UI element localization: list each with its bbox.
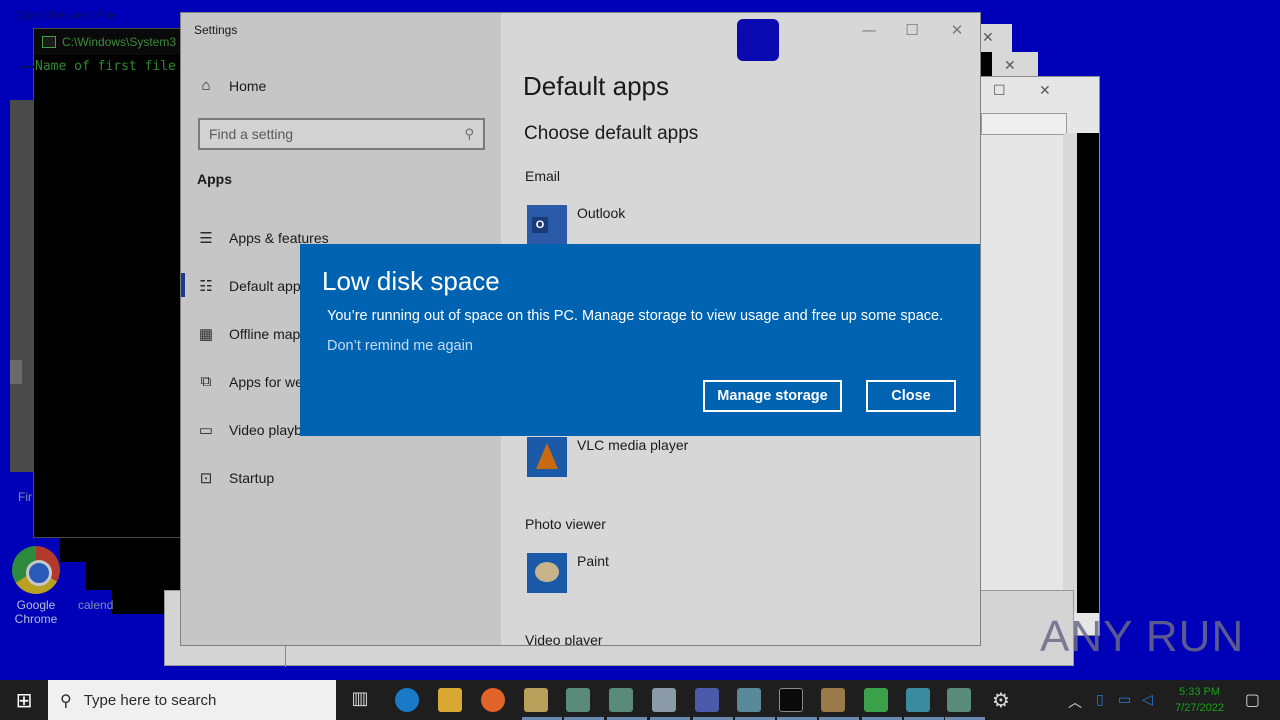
category-photo-viewer: Photo viewer [525,516,606,532]
app-icon[interactable] [652,688,676,712]
default-apps-icon: ☷ [199,278,213,295]
window-title: Settings [194,23,238,37]
close-icon[interactable]: ✕ [1039,83,1051,99]
task-view-icon[interactable]: ▥ [348,688,372,712]
window-app-icon[interactable] [947,688,971,712]
desktop-icon-label: Fir [18,490,32,504]
video-icon: ▭ [198,422,214,439]
page-subtitle: Choose default apps [524,123,699,144]
cmd-window[interactable]: C:\Windows\System3 Name of first file [33,28,183,538]
cmd-title: C:\Windows\System3 [62,35,177,49]
nav-home-label: Home [229,77,267,94]
nav-label: Offline maps [229,326,308,342]
category-email: Email [525,168,561,184]
system-tray: ︿ ▯ ▭ ◁ 5:33 PM 7/27/2022 ▢ [1060,680,1280,720]
map-icon: ▦ [198,326,214,343]
background-search [981,113,1067,135]
firefox-icon[interactable] [481,688,505,712]
device-icon[interactable]: ▯ [1096,692,1104,708]
vlc-icon [527,437,567,477]
search-icon[interactable]: ⚲ [464,127,474,142]
default-app-photo[interactable]: Paint [527,553,609,593]
nav-label: Default apps [229,278,308,294]
taskbar-search-placeholder: Type here to search [83,691,217,709]
decor-black [1077,133,1099,613]
nav-label: Startup [229,470,275,486]
taskbar-search[interactable]: ⚲ Type here to search [48,680,336,720]
low-disk-dialog[interactable]: Low disk space You’re running out of spa… [300,244,980,436]
link-icon: ⧉ [200,373,212,390]
selection-indicator [181,273,185,297]
start-button[interactable]: ⊞ [0,680,48,720]
decor-black [112,588,164,614]
app-name: Outlook [577,205,626,221]
desktop-icon-label: calend [78,598,114,612]
outlook-icon: O [527,205,567,245]
category-video-player: Video player [525,632,603,646]
notification-icon[interactable]: ▢ [1245,690,1260,709]
chrome-icon [12,546,60,594]
terminal-icon [42,36,56,48]
dialog-message: You’re running out of space on this PC. … [327,308,944,324]
decor-black [86,538,180,590]
volume-icon[interactable]: ◁ [1142,692,1153,708]
page-title: Default apps [523,71,669,101]
close-icon[interactable]: ✕ [982,30,994,46]
chevron-up-icon[interactable]: ︿ [1068,692,1082,712]
network-icon[interactable]: ▭ [1118,692,1131,708]
app-icon[interactable] [821,688,845,712]
file-explorer-icon[interactable] [438,688,462,712]
app-icon[interactable] [695,688,719,712]
edge-icon[interactable] [395,688,419,712]
search-input[interactable] [209,126,449,142]
settings-search[interactable]: ⚲ [198,118,485,150]
home-icon: ⌂ [201,77,211,94]
app-icon[interactable] [864,688,888,712]
search-icon: ⚲ [60,690,72,710]
default-app-email[interactable]: O Outlook [527,205,625,245]
maximize-icon[interactable]: ☐ [993,83,1006,99]
app-name: VLC media player [577,437,689,453]
section-heading: Apps [197,171,232,187]
scrollbar[interactable] [1063,133,1077,613]
startup-icon: ⊡ [199,470,213,487]
clock-date: 7/27/2022 [1175,702,1224,714]
background-window: ☐ ✕ [968,76,1100,636]
window-app-icon[interactable] [737,688,761,712]
paint-icon [527,553,567,593]
dialog-title: Low disk space [322,266,500,296]
window-app-icon[interactable] [566,688,590,712]
cmd-output: Name of first file [35,59,176,74]
cmd-titlebar[interactable]: C:\Windows\System3 [34,29,182,55]
app-name: Paint [577,553,609,569]
dont-remind-link[interactable]: Don’t remind me again [327,338,473,354]
manage-storage-button[interactable]: Manage storage [703,380,842,412]
watermark-logo: ANY RUN [1040,612,1245,661]
close-icon[interactable]: ✕ [1004,58,1016,74]
clock-time: 5:33 PM [1179,686,1221,698]
decor-blue-square [737,19,779,61]
list-icon: ☰ [199,230,213,247]
nav-startup[interactable]: ⊡ Startup [197,469,274,487]
nav-home[interactable]: ⌂ Home [197,77,266,94]
close-button[interactable]: Close [866,380,956,412]
default-app-music[interactable]: VLC media player [527,437,688,477]
terminal-icon[interactable] [779,688,803,712]
desktop-icon-label: Google Chrome [14,598,58,626]
gear-icon[interactable]: ⚙ [989,688,1013,712]
background-window-title: Open Request File [16,8,117,22]
nav-default-apps[interactable]: ☷ Default apps [197,277,308,295]
clock[interactable]: 5:33 PM 7/27/2022 [1175,684,1224,716]
nav-offline-maps[interactable]: ▦ Offline maps [197,325,307,343]
taskbar: ⊞ ⚲ Type here to search ▥ ⚙ ︿ ▯ ▭ ◁ 5:33… [0,680,1280,720]
window-app-icon[interactable] [609,688,633,712]
desktop-icon-chrome[interactable]: Google Chrome [6,546,66,626]
decor-line [20,66,34,68]
app-icon[interactable] [524,688,548,712]
app-icon[interactable] [906,688,930,712]
windows-icon: ⊞ [15,688,33,712]
